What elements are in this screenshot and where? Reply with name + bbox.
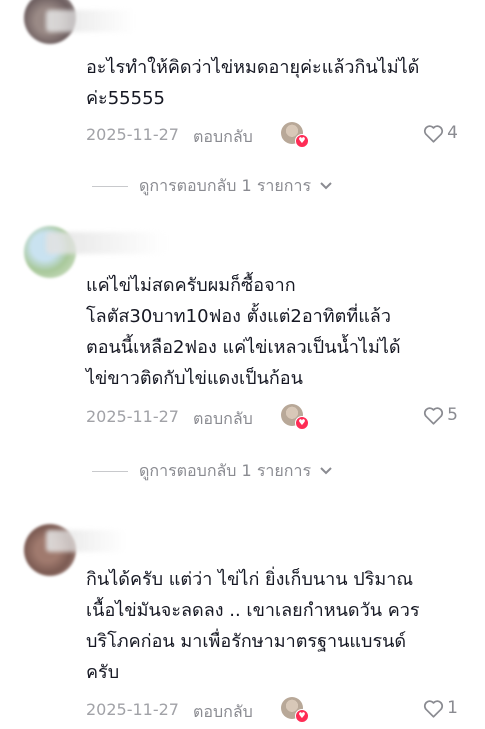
comment-item: อะไรทำให้คิดว่าไข่หมดอายุค่ะแล้วกินไม่ได… (0, 0, 485, 210)
comment-meta: 2025-11-27 ตอบกลับ ♥ 1 (86, 697, 458, 723)
divider-line (92, 470, 128, 472)
like-count: 4 (447, 123, 458, 143)
red-heart-badge-icon: ♥ (295, 134, 309, 148)
comment-item: กินได้ครับ แต่ว่า ไข่ไก่ ยิ่งเก็บนาน ปริ… (0, 500, 485, 729)
chevron-down-icon (320, 182, 332, 190)
like-button[interactable]: 4 (423, 121, 458, 145)
chevron-down-icon (320, 467, 332, 475)
view-replies-button[interactable]: ดูการตอบกลับ 1 รายการ (92, 460, 333, 482)
like-count: 1 (447, 698, 458, 718)
like-count: 5 (447, 405, 458, 425)
reply-button[interactable]: ตอบกลับ (193, 700, 253, 725)
username-blurred[interactable] (46, 10, 136, 32)
view-replies-button[interactable]: ดูการตอบกลับ 1 รายการ (92, 175, 333, 197)
heart-outline-icon (424, 406, 444, 425)
red-heart-badge-icon: ♥ (295, 416, 309, 430)
comment-meta: 2025-11-27 ตอบกลับ ♥ 4 (86, 122, 458, 148)
view-replies-label: ดูการตอบกลับ 1 รายการ (139, 175, 312, 195)
comment-text: กินได้ครับ แต่ว่า ไข่ไก่ ยิ่งเก็บนาน ปริ… (86, 569, 420, 683)
username-blurred[interactable] (46, 530, 126, 552)
heart-outline-icon (424, 699, 444, 718)
comment-item: แค่ไข่ไม่สดครับผมก็ซื้อจาก โลตัส30บาท10ฟ… (0, 210, 485, 500)
comment-date: 2025-11-27 (86, 700, 179, 719)
like-button[interactable]: 1 (423, 696, 458, 720)
view-replies-label: ดูการตอบกลับ 1 รายการ (139, 460, 312, 480)
like-button[interactable]: 5 (423, 403, 458, 427)
heart-outline-icon (424, 124, 444, 143)
comment-text: อะไรทำให้คิดว่าไข่หมดอายุค่ะแล้วกินไม่ได… (86, 57, 420, 109)
red-heart-badge-icon: ♥ (295, 709, 309, 723)
comment-text: แค่ไข่ไม่สดครับผมก็ซื้อจาก โลตัส30บาท10ฟ… (86, 275, 401, 389)
comment-meta: 2025-11-27 ตอบกลับ ♥ 5 (86, 404, 458, 430)
reply-button[interactable]: ตอบกลับ (193, 125, 253, 150)
reply-button[interactable]: ตอบกลับ (193, 407, 253, 432)
comment-date: 2025-11-27 (86, 125, 179, 144)
divider-line (92, 185, 128, 187)
comment-date: 2025-11-27 (86, 407, 179, 426)
username-blurred[interactable] (46, 232, 166, 254)
